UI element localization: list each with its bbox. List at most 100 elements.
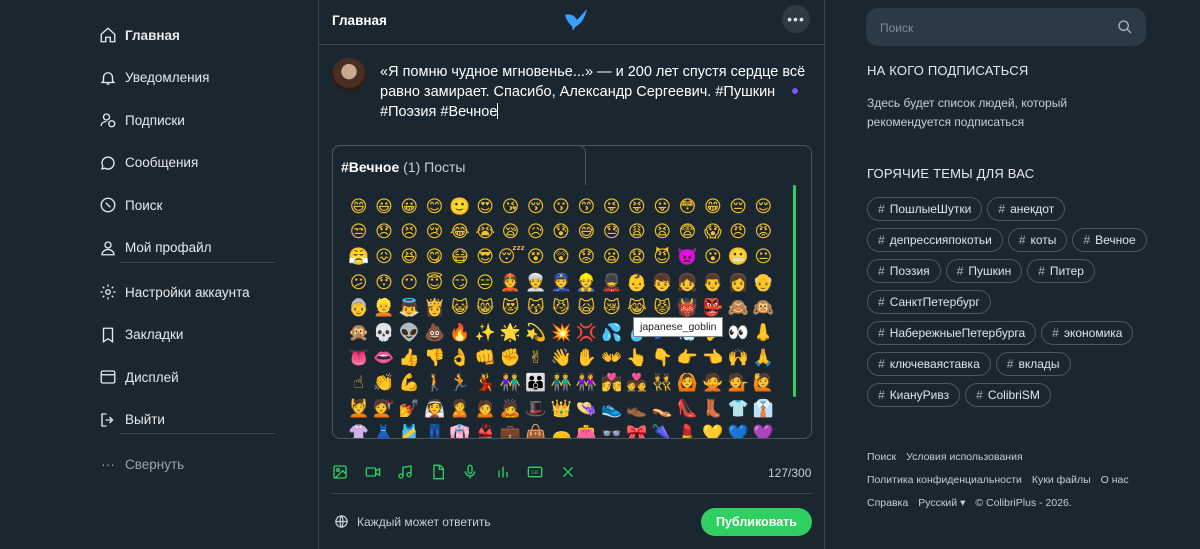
emoji-item[interactable]: 😻 [498, 296, 523, 321]
hashtag-suggestion-label[interactable]: #Вечное (1) Посты [341, 159, 465, 175]
emoji-item[interactable]: 💂 [599, 271, 624, 296]
topic-tag[interactable]: # СанктПетербург [867, 290, 991, 314]
emoji-item[interactable]: 😌 [751, 195, 776, 220]
video-button[interactable] [365, 462, 398, 482]
emoji-item[interactable]: 👭 [574, 371, 599, 396]
emoji-item[interactable]: 😴 [498, 245, 525, 270]
emoji-item[interactable]: 😽 [523, 296, 548, 321]
emoji-item[interactable]: 👘 [447, 422, 472, 438]
emoji-item[interactable]: 🙊 [346, 321, 371, 346]
emoji-item[interactable]: 👡 [650, 397, 675, 422]
emoji-item[interactable]: 🙂 [447, 195, 472, 220]
more-options-button[interactable]: ••• [782, 5, 810, 33]
emoji-item[interactable]: 😥 [523, 220, 548, 245]
topic-tag[interactable]: # НабережныеПетербурга [867, 321, 1037, 345]
emoji-item[interactable]: 👅 [346, 346, 371, 371]
emoji-item[interactable]: 💄 [675, 422, 700, 438]
emoji-item[interactable]: 👀 [725, 321, 750, 346]
emoji-item[interactable]: 😶 [397, 271, 422, 296]
emoji-item[interactable]: 😈 [650, 245, 675, 270]
emoji-item[interactable]: 👐 [599, 346, 624, 371]
topic-tag[interactable]: # КиануРивз [867, 383, 961, 407]
nav-item-logout[interactable]: Выйти [99, 399, 279, 442]
emoji-item[interactable]: 😜 [599, 195, 624, 220]
emoji-item[interactable]: 😄 [346, 195, 371, 220]
emoji-item[interactable]: 😨 [675, 220, 700, 245]
emoji-item[interactable]: 👚 [346, 422, 371, 438]
emoji-item[interactable]: 💪 [397, 371, 422, 396]
emoji-item[interactable]: 😃 [371, 195, 396, 220]
nav-item-search[interactable]: Поиск [99, 184, 279, 227]
topic-tag[interactable]: # экономика [1041, 321, 1134, 345]
emoji-item[interactable]: 😎 [472, 245, 497, 270]
topic-tag[interactable]: # вклады [995, 352, 1071, 376]
emoji-item[interactable]: 👃 [751, 321, 776, 346]
emoji-item[interactable]: 😅 [574, 220, 599, 245]
emoji-item[interactable]: 😟 [574, 245, 599, 270]
emoji-item[interactable]: 👛 [574, 422, 599, 438]
nav-item-home[interactable]: Главная [99, 14, 279, 57]
emoji-item[interactable]: ✨ [472, 321, 497, 346]
footer-link[interactable]: Поиск [867, 451, 896, 463]
emoji-item[interactable]: 🙌 [725, 346, 750, 371]
emoji-item[interactable]: 👦 [650, 271, 675, 296]
emoji-item[interactable]: 😀 [397, 195, 422, 220]
composer-textarea[interactable]: «Я помню чудное мгновенье...» — и 200 ле… [380, 62, 810, 122]
emoji-item[interactable]: 😆 [397, 245, 422, 270]
emoji-item[interactable]: 😚 [523, 195, 548, 220]
topic-tag[interactable]: # анекдот [987, 197, 1066, 221]
emoji-item[interactable]: 😢 [422, 220, 447, 245]
emoji-item[interactable]: 🌂 [650, 422, 675, 438]
emoji-item[interactable]: 😠 [725, 220, 750, 245]
avatar[interactable] [332, 58, 366, 92]
emoji-item[interactable]: 😤 [346, 245, 371, 270]
emoji-item[interactable]: 👲 [498, 271, 523, 296]
emoji-item[interactable]: 😲 [548, 245, 573, 270]
emoji-item[interactable]: 😯 [371, 271, 396, 296]
emoji-item[interactable]: 💇 [371, 397, 396, 422]
emoji-item[interactable]: 🙉 [751, 296, 776, 321]
emoji-item[interactable]: 🔥 [447, 321, 472, 346]
publish-button[interactable]: Публиковать [701, 508, 812, 536]
emoji-item[interactable]: 😣 [397, 220, 422, 245]
emoji-item[interactable]: 👏 [371, 371, 396, 396]
emoji-item[interactable]: ✌ [523, 346, 548, 371]
emoji-item[interactable]: 🙎 [447, 397, 472, 422]
emoji-item[interactable]: 👽 [397, 321, 422, 346]
emoji-item[interactable]: 🌟 [498, 321, 523, 346]
topic-tag[interactable]: # Вечное [1072, 228, 1147, 252]
topic-tag[interactable]: # коты [1007, 228, 1068, 252]
topic-tag[interactable]: # ключеваяставка [867, 352, 991, 376]
emoji-item[interactable]: 😓 [599, 220, 624, 245]
emoji-item[interactable]: 👖 [422, 422, 447, 438]
emoji-item[interactable]: 💼 [498, 422, 523, 438]
emoji-item[interactable]: 👆 [624, 346, 649, 371]
emoji-item[interactable]: 👗 [371, 422, 396, 438]
emoji-item[interactable]: 🙋 [751, 371, 776, 396]
emoji-item[interactable]: 💀 [371, 321, 396, 346]
emoji-item[interactable]: 👑 [548, 397, 573, 422]
emoji-item[interactable]: 😼 [548, 296, 573, 321]
document-button[interactable] [430, 462, 463, 482]
emoji-item[interactable]: 😘 [498, 195, 523, 220]
search-input[interactable]: Поиск [866, 8, 1146, 46]
emoji-item[interactable]: 👰 [422, 397, 447, 422]
emoji-item[interactable]: 👱 [371, 296, 396, 321]
emoji-item[interactable]: 👵 [346, 296, 371, 321]
emoji-item[interactable]: 😗 [548, 195, 573, 220]
music-button[interactable] [397, 462, 430, 482]
emoji-item[interactable]: 🙇 [498, 397, 523, 422]
emoji-item[interactable]: 👳 [523, 271, 548, 296]
emoji-item[interactable]: 🙏 [751, 346, 776, 371]
emoji-item[interactable]: 👬 [548, 371, 573, 396]
emoji-item[interactable]: 😒 [346, 220, 371, 245]
footer-link[interactable]: Политика конфиденциальности [867, 474, 1022, 486]
emoji-item[interactable]: 💜 [751, 422, 776, 438]
topic-tag[interactable]: # депрессияпокотьи [867, 228, 1003, 252]
footer-link[interactable]: Справка [867, 497, 908, 509]
emoji-item[interactable]: 🎀 [624, 422, 649, 438]
emoji-item[interactable]: 💛 [700, 422, 725, 438]
language-select[interactable]: Русский ▾ [918, 497, 965, 509]
emoji-item[interactable]: 👷 [574, 271, 599, 296]
emoji-item[interactable]: 😙 [574, 195, 599, 220]
